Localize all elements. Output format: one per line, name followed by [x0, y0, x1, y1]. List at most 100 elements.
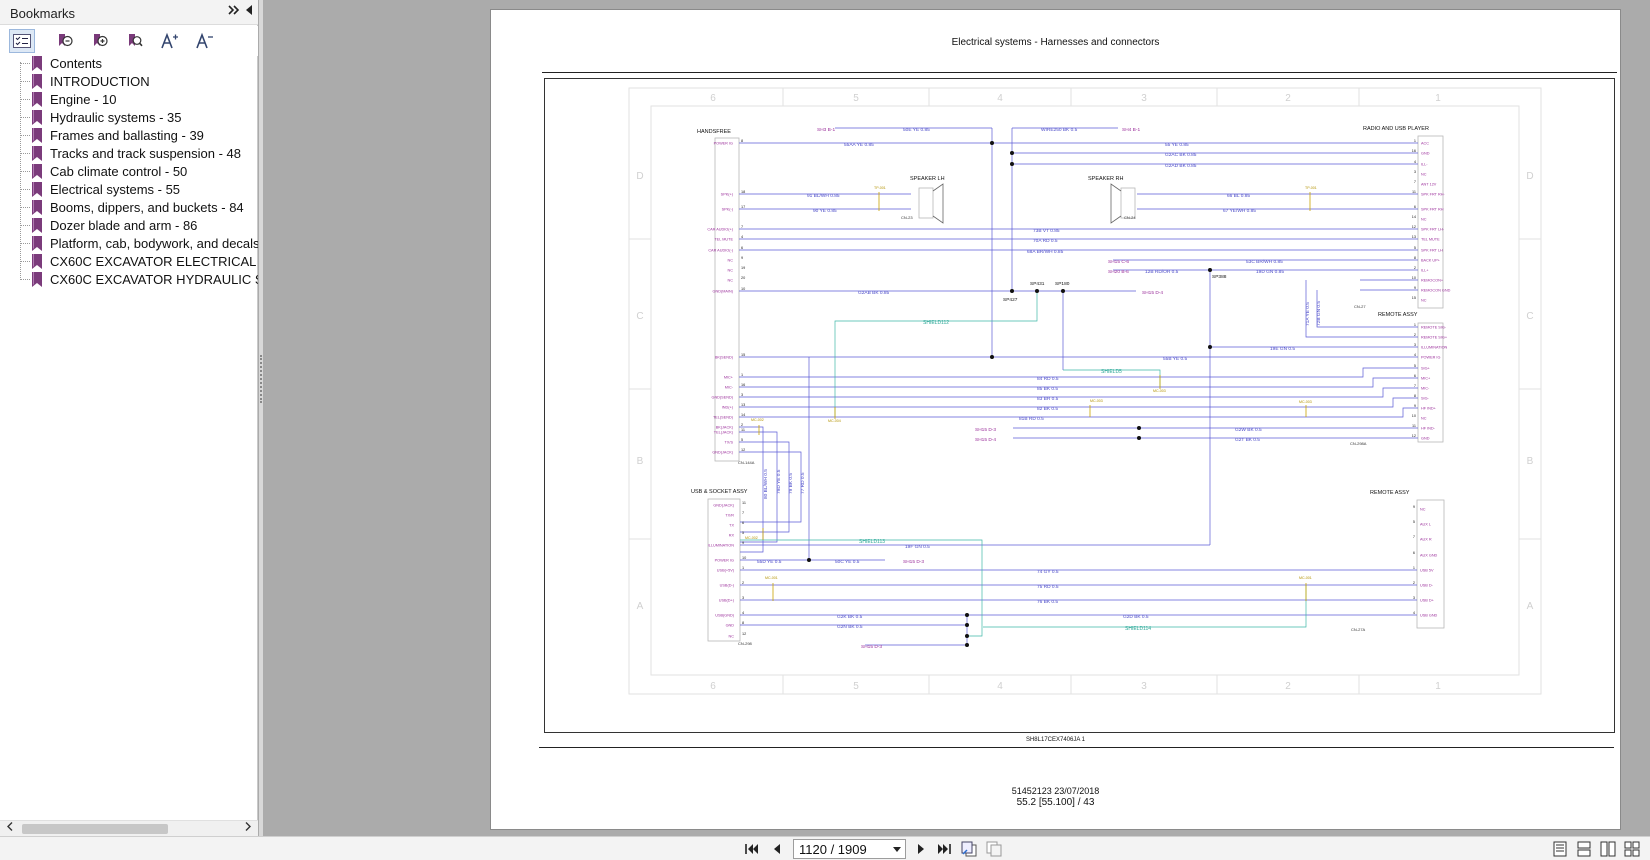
wire-85	[739, 377, 1418, 388]
bookmark-item[interactable]: Platform, cab, bodywork, and decals -	[20, 234, 258, 252]
bookmarks-horizontal-scrollbar[interactable]	[0, 820, 258, 836]
previous-page-button[interactable]	[767, 840, 787, 858]
pin-label: NC	[1421, 217, 1427, 221]
next-page-button[interactable]	[911, 840, 931, 858]
page-list-dropdown[interactable]	[891, 843, 903, 855]
bookmark-icon	[32, 163, 42, 179]
pin-label: TX	[729, 523, 734, 527]
shield-label: SHIELD112	[923, 320, 949, 326]
pin-label: REMOCON+	[1421, 278, 1444, 282]
zone-row-label: D	[636, 171, 643, 182]
page-number-field[interactable]	[793, 839, 906, 859]
scrollbar-thumb[interactable]	[22, 824, 168, 834]
sheet-ref: SH15 D-3	[975, 427, 996, 433]
pin-label: 8	[1414, 256, 1416, 260]
tree-branch	[20, 80, 30, 82]
panel-splitter[interactable]	[259, 0, 263, 836]
wire-label: 91 BL/WH 0.85	[807, 193, 840, 199]
bookmark-item[interactable]: CX60C EXCAVATOR ELECTRICAL SCHE	[20, 252, 258, 270]
pin-label: 2	[1414, 266, 1416, 270]
sheet-ref: SH15 C-6	[1108, 259, 1129, 265]
expand-bookmark-button[interactable]	[52, 29, 78, 53]
connector-id: CN-298	[738, 641, 753, 646]
hide-panel-icon[interactable]	[242, 5, 256, 19]
pin-label: 15	[741, 353, 745, 357]
junction-dots	[807, 141, 1212, 647]
wire-label: 70A RD 0.5	[1033, 238, 1058, 244]
pin-label: BK(SEND)	[715, 355, 734, 359]
scroll-left-arrow-icon[interactable]	[3, 822, 17, 836]
pin-label: ILL+	[1421, 268, 1429, 272]
zone-col-label: 3	[1141, 93, 1147, 104]
wire-label: 79D YE 0.5	[776, 469, 782, 494]
bookmark-item[interactable]: Hydraulic systems - 35	[20, 108, 181, 126]
bookmark-item[interactable]: Engine - 10	[20, 90, 117, 108]
text-increase-icon	[161, 32, 178, 49]
add-bookmark-button[interactable]	[87, 29, 113, 53]
first-page-button[interactable]	[742, 840, 762, 858]
next-view-button[interactable]	[984, 840, 1004, 858]
pin-label: 14	[1412, 215, 1416, 219]
page-number-input[interactable]	[794, 840, 889, 858]
pin-label: 6	[1414, 205, 1416, 209]
pin-label: NC	[728, 258, 734, 262]
bookmark-item[interactable]: INTRODUCTION	[20, 72, 150, 90]
pin-label: 8	[1414, 394, 1416, 398]
pin-label: 6	[741, 246, 743, 250]
pin-label: SPK(+)	[721, 192, 734, 196]
facing-view-button[interactable]	[1598, 840, 1618, 858]
shield-label: SHIELD114	[1125, 626, 1151, 632]
increase-text-size-button[interactable]	[157, 29, 183, 53]
sheet-ref: SH3 B-1	[817, 127, 835, 133]
zone-inner-border	[650, 105, 1520, 676]
pin-label: 2	[1413, 581, 1415, 585]
wire-label: 71A YE 0.5	[1305, 302, 1311, 326]
bookmark-item[interactable]: Dozer blade and arm - 86	[20, 216, 197, 234]
bookmark-item[interactable]: Tracks and track suspension - 48	[20, 144, 241, 162]
twist-label: MC-003	[1299, 400, 1312, 404]
bookmarks-panel-header: Bookmarks	[0, 0, 258, 25]
pin-label: 11	[742, 501, 746, 505]
header-rule	[542, 72, 1617, 73]
wire-82	[739, 397, 1418, 408]
continuous-view-button[interactable]	[1574, 840, 1594, 858]
bookmark-label: Booms, dippers, and buckets - 84	[50, 199, 244, 215]
scroll-right-arrow-icon[interactable]	[241, 822, 255, 836]
bookmark-icon	[32, 127, 42, 143]
last-page-button[interactable]	[934, 840, 954, 858]
speaker-rh-title: SPEAKER RH	[1088, 176, 1123, 182]
pin-label: 9	[741, 256, 743, 260]
zone-row-label: B	[637, 456, 644, 467]
pin-label: 10	[741, 287, 745, 291]
junction-dot	[990, 141, 994, 145]
pin-label: 6	[742, 521, 744, 525]
wire-label: 19E GN 0.5	[1270, 346, 1295, 352]
pin-label: 1	[1413, 566, 1415, 570]
pin-label: 5	[742, 531, 744, 535]
junction-dot	[965, 634, 969, 638]
zone-col-label: 3	[1141, 681, 1147, 692]
single-page-view-button[interactable]	[1550, 840, 1570, 858]
pin-label: 12	[741, 448, 745, 452]
continuous-facing-view-button[interactable]	[1622, 840, 1642, 858]
bookmark-options-button[interactable]	[9, 29, 35, 53]
bookmark-item[interactable]: Contents	[20, 54, 102, 72]
previous-view-button[interactable]	[959, 840, 979, 858]
bookmark-item[interactable]: CX60C EXCAVATOR HYDRAULIC SCHE	[20, 270, 258, 288]
footer-doc-code: 51452123 23/07/2018	[1011, 786, 1100, 796]
decrease-text-size-button[interactable]	[192, 29, 218, 53]
bookmark-item[interactable]: Cab climate control - 50	[20, 162, 187, 180]
pin-label: 4	[741, 235, 743, 239]
zone-col-label: 4	[997, 93, 1003, 104]
bookmark-item[interactable]: Electrical systems - 55	[20, 180, 180, 198]
pin-label: 13	[741, 403, 745, 407]
pin-label: NC	[728, 268, 734, 272]
wire-label: 66 BL 0.85	[1227, 193, 1250, 199]
find-bookmark-button[interactable]	[122, 29, 148, 53]
bookmark-item[interactable]: Booms, dippers, and buckets - 84	[20, 198, 244, 216]
wire-label: 74 GY 0.5	[1037, 569, 1059, 575]
twist-label: MC-002	[745, 536, 758, 540]
collapse-panel-icon[interactable]	[227, 5, 241, 19]
bookmark-icon	[32, 73, 42, 89]
bookmark-item[interactable]: Frames and ballasting - 39	[20, 126, 204, 144]
